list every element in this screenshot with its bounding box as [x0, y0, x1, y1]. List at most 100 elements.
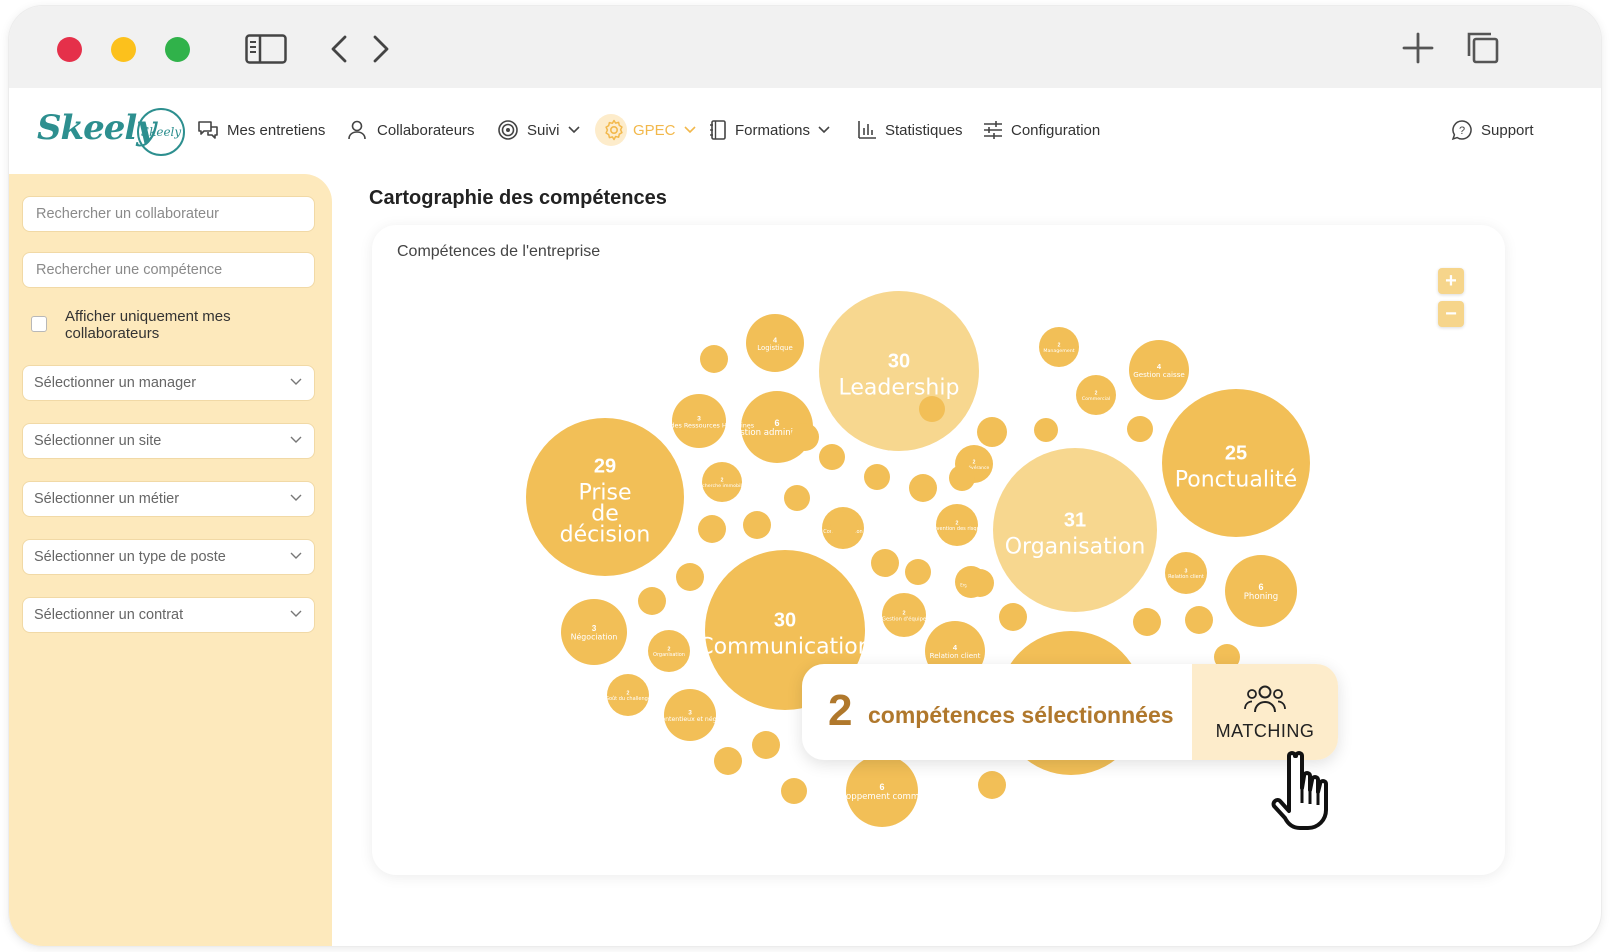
nav-statistiques[interactable]: Statistiques [857, 118, 963, 142]
select-contrat[interactable]: Sélectionner un contrat [22, 597, 315, 633]
minor-skill-bubble[interactable] [864, 464, 890, 490]
skill-bubble-count: 6 [879, 782, 884, 792]
minor-skill-bubble[interactable] [1127, 416, 1153, 442]
select-metier[interactable]: Sélectionner un métier [22, 481, 315, 517]
tabs-overview-icon[interactable] [1467, 32, 1499, 64]
minor-skill-bubble[interactable] [909, 474, 937, 502]
minor-skill-bubble[interactable] [871, 549, 899, 577]
search-competence-field[interactable] [22, 252, 315, 288]
nav-label: Collaborateurs [377, 121, 475, 139]
selected-skills-count: 2 [828, 686, 853, 735]
nav-label: Mes entretiens [227, 121, 326, 139]
skill-bubble[interactable]: 6Développement commercial [821, 755, 943, 827]
browser-window: Skeely Skeely Mes entretiens Collaborate… [9, 6, 1601, 946]
help-bubble-icon: ? [1451, 120, 1472, 141]
skill-bubble[interactable]: 4Gestion caisse [1129, 340, 1189, 400]
minor-skill-bubble[interactable] [977, 417, 1007, 447]
skill-bubble-count: 6 [774, 418, 779, 428]
chevron-down-icon [683, 126, 696, 134]
minor-skill-bubble[interactable] [999, 603, 1027, 631]
minor-skill-bubble[interactable] [919, 396, 945, 422]
bar-chart-icon [858, 121, 876, 139]
skill-bubble-count: 2 [973, 460, 976, 466]
nav-configuration[interactable]: Configuration [983, 118, 1100, 142]
search-competence-input[interactable] [34, 261, 314, 279]
minor-skill-bubble[interactable] [676, 563, 704, 591]
new-tab-icon[interactable] [1402, 32, 1434, 64]
minor-skill-bubble[interactable] [698, 515, 726, 543]
skill-bubble[interactable]: 3Relation client [1165, 552, 1207, 594]
minor-skill-bubble[interactable] [638, 587, 666, 615]
skeely-logo-badge: Skeely [137, 108, 185, 156]
minor-skill-bubble[interactable] [714, 747, 742, 775]
skill-bubble[interactable]: 2Recherche immobilier [696, 462, 748, 502]
skill-bubble[interactable]: 2Commercial [1076, 375, 1116, 415]
chevron-down-icon [290, 436, 302, 443]
search-collaborateur-field[interactable] [22, 196, 315, 232]
skill-bubble-count: 2 [1058, 342, 1061, 348]
minor-skill-bubble[interactable] [700, 345, 728, 373]
select-type-poste[interactable]: Sélectionner un type de poste [22, 539, 315, 575]
minor-skill-bubble[interactable] [1185, 606, 1213, 634]
skill-bubble-label: Négociation [571, 632, 618, 642]
page-title: Cartographie des compétences [369, 187, 667, 209]
minor-skill-bubble[interactable] [830, 511, 858, 539]
minor-skill-bubble[interactable] [819, 444, 845, 470]
minor-skill-bubble[interactable] [905, 559, 931, 585]
nav-collaborateurs[interactable]: Collaborateurs [347, 118, 475, 142]
gear-icon [605, 119, 623, 141]
nav-suivi[interactable]: Suivi [497, 118, 580, 142]
sliders-icon [984, 121, 1002, 139]
skill-bubble[interactable]: 6Phoning [1225, 555, 1297, 627]
minor-skill-bubble[interactable] [752, 731, 780, 759]
skill-bubble[interactable]: 3Négociation [561, 599, 627, 665]
skill-bubble[interactable]: 2Gestion d'équipe [882, 593, 926, 637]
nav-gpec[interactable]: GPEC [595, 114, 696, 146]
select-manager[interactable]: Sélectionner un manager [22, 365, 315, 401]
skill-bubble[interactable]: 4Logistique [746, 314, 804, 372]
matching-button[interactable]: MATCHING [1192, 664, 1338, 760]
skill-bubble[interactable]: 2Organisation [648, 630, 690, 672]
skill-bubble-count: 30 [888, 351, 910, 373]
sidebar-toggle-icon[interactable] [245, 34, 287, 64]
chevron-down-icon [290, 378, 302, 385]
skill-bubble-label: Développement commercial [821, 791, 942, 802]
skill-bubble[interactable]: 2Management [1039, 327, 1079, 367]
minor-skill-bubble[interactable] [781, 778, 807, 804]
user-icon [348, 120, 366, 140]
close-window-button[interactable] [57, 37, 82, 62]
nav-label: Formations [735, 121, 811, 139]
maximize-window-button[interactable] [165, 37, 190, 62]
only-my-collaborators-checkbox[interactable] [31, 316, 47, 332]
minor-skill-bubble[interactable] [978, 771, 1006, 799]
skill-bubble-label: Recherche immobilier [696, 483, 748, 489]
nav-formations[interactable]: Formations [709, 118, 830, 142]
filters-sidebar: Afficher uniquement mes collaborateurs S… [9, 174, 332, 946]
skill-bubble-count: 2 [721, 477, 724, 483]
nav-support[interactable]: ? Support [1451, 118, 1534, 142]
search-collaborateur-input[interactable] [34, 205, 314, 223]
skill-bubble[interactable]: 30Leadership [819, 291, 979, 451]
minimize-window-button[interactable] [111, 37, 136, 62]
svg-text:?: ? [1459, 125, 1465, 137]
skill-bubble[interactable]: 25Ponctualité [1162, 389, 1310, 537]
skill-bubble[interactable]: 3Gestion des Ressources Humaines [644, 394, 755, 448]
skill-bubble-count: 2 [1095, 390, 1098, 396]
minor-skill-bubble[interactable] [743, 511, 771, 539]
back-icon[interactable] [329, 34, 349, 64]
nav-mes-entretiens[interactable]: Mes entretiens [197, 118, 325, 142]
minor-skill-bubble[interactable] [1133, 608, 1161, 636]
select-site[interactable]: Sélectionner un site [22, 423, 315, 459]
minor-skill-bubble[interactable] [1034, 418, 1058, 442]
minor-skill-bubble[interactable] [791, 423, 819, 451]
forward-icon[interactable] [371, 34, 391, 64]
skill-bubble[interactable]: 31Organisation [993, 448, 1157, 612]
skill-bubble[interactable]: 29Prisededécision [526, 418, 684, 576]
skill-bubble[interactable]: 2Goût du challenge [605, 674, 651, 716]
skill-bubble[interactable]: 2Prévention des risques [929, 504, 986, 546]
minor-skill-bubble[interactable] [949, 465, 975, 491]
skill-bubble[interactable]: 3Droit, contentieux et négociation [639, 689, 741, 741]
minor-skill-bubble[interactable] [784, 485, 810, 511]
only-my-collaborators-row[interactable]: Afficher uniquement mes collaborateurs [31, 308, 285, 342]
minor-skill-bubble[interactable] [966, 569, 994, 597]
